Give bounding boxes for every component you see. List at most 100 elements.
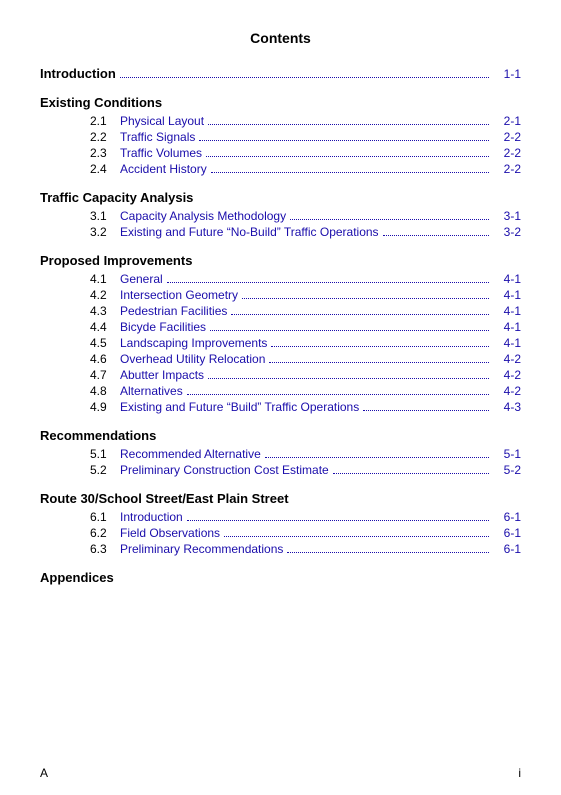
toc-entry-2-2: 2.2 Traffic Signals 2-2	[40, 130, 521, 144]
toc-page-2-1: 2-1	[493, 114, 521, 128]
toc-label-3-2: Existing and Future “No-Build” Traffic O…	[120, 225, 379, 239]
toc-label-2-3: Traffic Volumes	[120, 146, 202, 160]
toc-number-4-6: 4.6	[90, 352, 120, 366]
toc-dots-2-1	[208, 124, 489, 125]
toc-dots-4-7	[208, 378, 489, 379]
page: Contents Introduction 1-1 Existing Condi…	[0, 0, 561, 795]
toc-dots-4-4	[210, 330, 489, 331]
toc-dots-4-2	[242, 298, 489, 299]
toc-label-4-5: Landscaping Improvements	[120, 336, 267, 350]
toc-page-5-1: 5-1	[493, 447, 521, 461]
toc-label-4-7: Abutter Impacts	[120, 368, 204, 382]
toc-dots-2-3	[206, 156, 489, 157]
toc-entry-2-3: 2.3 Traffic Volumes 2-2	[40, 146, 521, 160]
toc-entry-4-3: 4.3 Pedestrian Facilities 4-1	[40, 304, 521, 318]
toc-dots-4-5	[271, 346, 489, 347]
toc-page-4-2: 4-1	[493, 288, 521, 302]
toc-number-6-2: 6.2	[90, 526, 120, 540]
toc-entry-3-2: 3.2 Existing and Future “No-Build” Traff…	[40, 225, 521, 239]
toc-page-3-2: 3-2	[493, 225, 521, 239]
toc-entry-4-2: 4.2 Intersection Geometry 4-1	[40, 288, 521, 302]
toc-number-2-1: 2.1	[90, 114, 120, 128]
toc-number-5-1: 5.1	[90, 447, 120, 461]
toc-page-2-3: 2-2	[493, 146, 521, 160]
toc-label-6-3: Preliminary Recommendations	[120, 542, 283, 556]
toc-label-3-1: Capacity Analysis Methodology	[120, 209, 286, 223]
toc-page-3-1: 3-1	[493, 209, 521, 223]
toc-page-2-2: 2-2	[493, 130, 521, 144]
toc-number-4-4: 4.4	[90, 320, 120, 334]
toc-page-4-8: 4-2	[493, 384, 521, 398]
toc-page-2-4: 2-2	[493, 162, 521, 176]
toc-number-3-1: 3.1	[90, 209, 120, 223]
toc-label-4-3: Pedestrian Facilities	[120, 304, 227, 318]
toc-label-4-6: Overhead Utility Relocation	[120, 352, 265, 366]
toc-dots-4-1	[167, 282, 489, 283]
toc-entry-4-8: 4.8 Alternatives 4-2	[40, 384, 521, 398]
toc-number-4-5: 4.5	[90, 336, 120, 350]
section-heading-route30: Route 30/School Street/East Plain Street	[40, 491, 521, 506]
toc-page-4-9: 4-3	[493, 400, 521, 414]
toc-label-6-1: Introduction	[120, 510, 183, 524]
toc-number-4-9: 4.9	[90, 400, 120, 414]
toc-entry-5-2: 5.2 Preliminary Construction Cost Estima…	[40, 463, 521, 477]
toc-entry-2-4: 2.4 Accident History 2-2	[40, 162, 521, 176]
toc-entry-6-2: 6.2 Field Observations 6-1	[40, 526, 521, 540]
page-footer: A i	[40, 766, 521, 780]
toc-dots-6-2	[224, 536, 489, 537]
footer-left: A	[40, 766, 48, 780]
toc-entry-6-3: 6.3 Preliminary Recommendations 6-1	[40, 542, 521, 556]
section-heading-existing: Existing Conditions	[40, 95, 521, 110]
toc-label-introduction: Introduction	[40, 66, 116, 81]
toc-dots-5-1	[265, 457, 489, 458]
toc-entry-3-1: 3.1 Capacity Analysis Methodology 3-1	[40, 209, 521, 223]
section-heading-recommendations: Recommendations	[40, 428, 521, 443]
toc-page-6-3: 6-1	[493, 542, 521, 556]
toc-page-6-2: 6-1	[493, 526, 521, 540]
toc-dots-2-4	[211, 172, 489, 173]
toc-page-5-2: 5-2	[493, 463, 521, 477]
toc-entry-4-5: 4.5 Landscaping Improvements 4-1	[40, 336, 521, 350]
toc-page-6-1: 6-1	[493, 510, 521, 524]
toc-label-4-9: Existing and Future “Build” Traffic Oper…	[120, 400, 359, 414]
toc-number-2-4: 2.4	[90, 162, 120, 176]
toc-dots-introduction	[120, 77, 489, 78]
section-heading-appendices: Appendices	[40, 570, 521, 585]
toc-entry-introduction: Introduction 1-1	[40, 66, 521, 81]
toc-page-introduction: 1-1	[493, 67, 521, 81]
toc-entry-4-4: 4.4 Bicyde Facilities 4-1	[40, 320, 521, 334]
toc-label-4-2: Intersection Geometry	[120, 288, 238, 302]
toc-page-4-4: 4-1	[493, 320, 521, 334]
toc-number-4-8: 4.8	[90, 384, 120, 398]
toc-label-2-4: Accident History	[120, 162, 207, 176]
toc-entry-6-1: 6.1 Introduction 6-1	[40, 510, 521, 524]
toc-page-4-5: 4-1	[493, 336, 521, 350]
toc-number-5-2: 5.2	[90, 463, 120, 477]
toc-label-6-2: Field Observations	[120, 526, 220, 540]
toc-page-4-3: 4-1	[493, 304, 521, 318]
toc-label-2-2: Traffic Signals	[120, 130, 195, 144]
toc-label-4-1: General	[120, 272, 163, 286]
toc-number-4-2: 4.2	[90, 288, 120, 302]
toc-dots-6-1	[187, 520, 489, 521]
toc-dots-4-3	[231, 314, 489, 315]
toc-label-5-1: Recommended Alternative	[120, 447, 261, 461]
toc-dots-4-8	[187, 394, 489, 395]
toc-dots-3-1	[290, 219, 489, 220]
toc-page-4-7: 4-2	[493, 368, 521, 382]
toc-page-4-1: 4-1	[493, 272, 521, 286]
toc-number-4-7: 4.7	[90, 368, 120, 382]
toc-number-4-1: 4.1	[90, 272, 120, 286]
toc-number-4-3: 4.3	[90, 304, 120, 318]
toc-label-4-4: Bicyde Facilities	[120, 320, 206, 334]
toc-entry-2-1: 2.1 Physical Layout 2-1	[40, 114, 521, 128]
toc-dots-4-9	[363, 410, 489, 411]
toc-label-5-2: Preliminary Construction Cost Estimate	[120, 463, 329, 477]
toc-entry-4-7: 4.7 Abutter Impacts 4-2	[40, 368, 521, 382]
toc-entry-5-1: 5.1 Recommended Alternative 5-1	[40, 447, 521, 461]
toc-label-4-8: Alternatives	[120, 384, 183, 398]
toc-dots-3-2	[383, 235, 489, 236]
page-title: Contents	[40, 30, 521, 46]
footer-right: i	[518, 766, 521, 780]
toc-label-2-1: Physical Layout	[120, 114, 204, 128]
